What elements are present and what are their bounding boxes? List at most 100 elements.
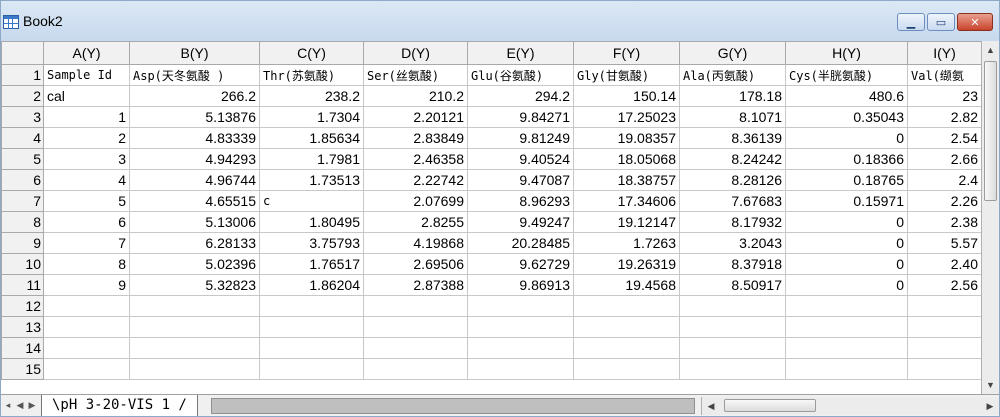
next-sheet-icon[interactable]: ▶ [27, 397, 37, 413]
table-cell[interactable]: Ser(丝氨酸) [363, 64, 468, 86]
table-cell[interactable]: 2.22742 [363, 169, 468, 191]
prev-sheet-icon[interactable]: ◀ [15, 397, 25, 413]
table-cell[interactable] [573, 316, 680, 338]
table-cell[interactable]: 1.7304 [259, 106, 364, 128]
table-cell[interactable]: 2.40 [907, 253, 982, 275]
table-cell[interactable]: 4.94293 [129, 148, 260, 170]
table-cell[interactable]: 19.4568 [573, 274, 680, 296]
table-cell[interactable] [679, 337, 786, 359]
table-cell[interactable]: 1.86204 [259, 274, 364, 296]
table-cell[interactable] [785, 337, 908, 359]
table-cell[interactable]: Val(缬氨 [907, 64, 982, 86]
table-cell[interactable]: 0 [785, 253, 908, 275]
table-cell[interactable]: 1.7263 [573, 232, 680, 254]
table-cell[interactable] [467, 316, 574, 338]
worksheet-grid[interactable]: A(Y) B(Y) C(Y) D(Y) E(Y) F(Y) G(Y) H(Y) … [1, 41, 999, 394]
table-cell[interactable]: 1.7981 [259, 148, 364, 170]
title-bar[interactable]: Book2 ▁ ▭ ✕ [1, 1, 999, 41]
row-header[interactable]: 4 [1, 127, 44, 149]
table-cell[interactable]: 8.17932 [679, 211, 786, 233]
table-cell[interactable]: 5.02396 [129, 253, 260, 275]
table-cell[interactable]: 4.83339 [129, 127, 260, 149]
table-cell[interactable] [259, 337, 364, 359]
table-cell[interactable]: 18.05068 [573, 148, 680, 170]
table-cell[interactable]: 2.8255 [363, 211, 468, 233]
close-button[interactable]: ✕ [957, 13, 993, 31]
table-cell[interactable] [259, 358, 364, 380]
table-cell[interactable]: 4.65515 [129, 190, 260, 212]
table-cell[interactable] [129, 295, 260, 317]
table-cell[interactable] [129, 316, 260, 338]
row-header[interactable]: 8 [1, 211, 44, 233]
table-cell[interactable]: 8.96293 [467, 190, 574, 212]
table-cell[interactable]: 9.49247 [467, 211, 574, 233]
table-cell[interactable]: Sample Id [43, 64, 130, 86]
column-header[interactable]: H(Y) [785, 41, 908, 65]
table-cell[interactable]: 5 [43, 190, 130, 212]
table-cell[interactable]: 2.54 [907, 127, 982, 149]
table-cell[interactable]: 150.14 [573, 85, 680, 107]
table-cell[interactable]: 2.83849 [363, 127, 468, 149]
table-cell[interactable]: 5.57 [907, 232, 982, 254]
select-all-corner[interactable] [1, 41, 44, 65]
row-header[interactable]: 10 [1, 253, 44, 275]
table-cell[interactable]: 1.76517 [259, 253, 364, 275]
table-cell[interactable]: 2.4 [907, 169, 982, 191]
table-cell[interactable]: 8.1071 [679, 106, 786, 128]
table-cell[interactable]: 210.2 [363, 85, 468, 107]
table-cell[interactable] [573, 358, 680, 380]
row-header[interactable]: 1 [1, 64, 44, 86]
table-cell[interactable]: c [259, 190, 364, 212]
table-cell[interactable]: 1.80495 [259, 211, 364, 233]
row-header[interactable]: 9 [1, 232, 44, 254]
table-cell[interactable]: 0 [785, 127, 908, 149]
table-cell[interactable]: 0.18366 [785, 148, 908, 170]
table-cell[interactable]: 6.28133 [129, 232, 260, 254]
scroll-down-arrow-icon[interactable]: ▼ [982, 376, 999, 394]
table-cell[interactable] [43, 358, 130, 380]
table-cell[interactable]: 2.66 [907, 148, 982, 170]
table-cell[interactable]: 18.38757 [573, 169, 680, 191]
table-cell[interactable]: 8.24242 [679, 148, 786, 170]
table-cell[interactable] [129, 337, 260, 359]
table-cell[interactable]: 19.26319 [573, 253, 680, 275]
table-cell[interactable]: 17.25023 [573, 106, 680, 128]
table-cell[interactable]: Glu(谷氨酸) [467, 64, 574, 86]
table-cell[interactable]: 480.6 [785, 85, 908, 107]
sheet-tab[interactable]: \pH 3-20-VIS 1 / [41, 395, 198, 416]
table-cell[interactable] [907, 295, 982, 317]
table-cell[interactable] [573, 295, 680, 317]
table-cell[interactable]: 9 [43, 274, 130, 296]
row-header[interactable]: 15 [1, 358, 44, 380]
table-cell[interactable]: 2.82 [907, 106, 982, 128]
table-cell[interactable] [467, 295, 574, 317]
table-cell[interactable]: Ala(丙氨酸) [679, 64, 786, 86]
table-cell[interactable] [43, 337, 130, 359]
row-header[interactable]: 11 [1, 274, 44, 296]
vertical-scroll-thumb[interactable] [984, 61, 997, 201]
table-cell[interactable]: 3.75793 [259, 232, 364, 254]
column-header[interactable]: I(Y) [907, 41, 982, 65]
table-cell[interactable]: 238.2 [259, 85, 364, 107]
table-cell[interactable]: 9.86913 [467, 274, 574, 296]
restore-button[interactable]: ▭ [927, 13, 955, 31]
table-cell[interactable] [363, 316, 468, 338]
table-cell[interactable] [785, 295, 908, 317]
table-cell[interactable]: 294.2 [467, 85, 574, 107]
table-cell[interactable]: 2.87388 [363, 274, 468, 296]
table-cell[interactable]: 5.13006 [129, 211, 260, 233]
table-cell[interactable]: 4.19868 [363, 232, 468, 254]
table-cell[interactable]: 3 [43, 148, 130, 170]
table-cell[interactable] [363, 358, 468, 380]
table-cell[interactable]: 2.07699 [363, 190, 468, 212]
table-cell[interactable]: 2.69506 [363, 253, 468, 275]
table-cell[interactable]: 8.37918 [679, 253, 786, 275]
scroll-up-arrow-icon[interactable]: ▲ [982, 41, 999, 59]
table-cell[interactable]: 4 [43, 169, 130, 191]
table-cell[interactable]: Asp(天冬氨酸 ) [129, 64, 260, 86]
table-cell[interactable]: 266.2 [129, 85, 260, 107]
minimize-button[interactable]: ▁ [897, 13, 925, 31]
table-cell[interactable]: 5.13876 [129, 106, 260, 128]
scroll-right-arrow-icon[interactable]: ▶ [981, 397, 999, 415]
table-cell[interactable] [363, 337, 468, 359]
